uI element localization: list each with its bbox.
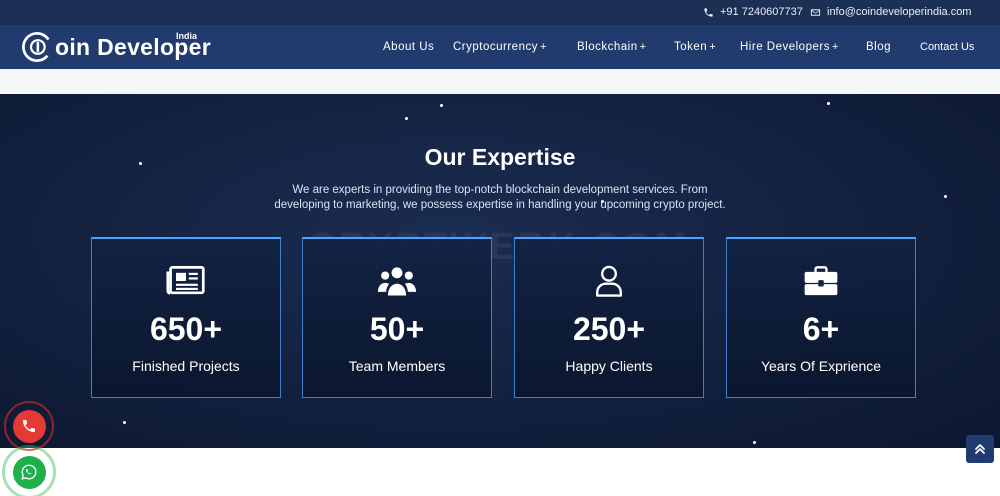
stat-value: 250+ [572, 311, 646, 347]
nav-contact-us[interactable]: Contact Us [920, 41, 974, 53]
main-navigation: oin Developer India About Us Cryptocurre… [0, 25, 1000, 69]
description-line: We are experts in providing the top-notc… [292, 184, 708, 196]
nav-label: Contact Us [920, 41, 975, 53]
stat-card-team-members: 50+ Team Members [302, 237, 492, 398]
section-divider [0, 69, 1000, 94]
stat-label: Finished Projects [132, 358, 240, 374]
stat-value: 6+ [802, 311, 840, 347]
nav-blockchain[interactable]: Blockchain + [577, 41, 647, 53]
expertise-section: CRYPTWERK.COM Our Expertise We are exper… [0, 94, 1000, 448]
nav-label: About Us [383, 41, 435, 53]
stat-value: 650+ [149, 311, 223, 347]
coin-logo-icon [22, 32, 52, 62]
site-logo[interactable]: oin Developer India [20, 29, 211, 65]
user-icon [596, 265, 622, 297]
plus-icon: + [709, 41, 717, 53]
star-decoration [753, 441, 756, 444]
double-chevron-up-icon [975, 444, 985, 454]
plus-icon: + [639, 41, 647, 53]
nav-about-us[interactable]: About Us [383, 41, 434, 53]
section-description: We are experts in providing the top-notc… [250, 183, 750, 213]
top-contact-bar: +91 7240607737 info@coindeveloperindia.c… [0, 0, 1000, 25]
email-address: info@coindeveloperindia.com [827, 6, 972, 18]
call-float-button[interactable] [4, 401, 54, 451]
phone-contact[interactable]: +91 7240607737 [703, 6, 803, 18]
brand-region: India [176, 31, 198, 41]
stat-card-years-experience: 6+ Years Of Exprience [726, 237, 916, 398]
nav-token[interactable]: Token + [674, 41, 716, 53]
phone-icon [704, 7, 713, 17]
nav-label: Blog [866, 41, 892, 53]
phone-number: +91 7240607737 [720, 6, 803, 18]
stat-card-finished-projects: 650+ Finished Projects [91, 237, 281, 398]
star-decoration [123, 421, 126, 424]
nav-cryptocurrency[interactable]: Cryptocurrency + [453, 41, 547, 53]
stat-value: 50+ [369, 311, 425, 347]
nav-label: Hire Developers [740, 41, 830, 53]
nav-label: Token [674, 41, 708, 53]
page: +91 7240607737 info@coindeveloperindia.c… [0, 0, 1000, 496]
whatsapp-float-button[interactable] [2, 445, 56, 496]
phone-icon [23, 420, 35, 432]
section-title: Our Expertise [424, 144, 576, 170]
stat-label: Happy Clients [565, 358, 653, 374]
nav-blog[interactable]: Blog [866, 41, 891, 53]
nav-label: Cryptocurrency [453, 41, 538, 53]
plus-icon: + [831, 41, 839, 53]
email-contact[interactable]: info@coindeveloperindia.com [810, 6, 971, 18]
team-icon [377, 267, 417, 296]
newspaper-icon [166, 266, 205, 295]
briefcase-icon [804, 266, 838, 296]
email-icon [810, 8, 821, 16]
nav-label: Blockchain [577, 41, 638, 53]
star-decoration [944, 195, 947, 198]
star-decoration [827, 102, 830, 105]
nav-hire-developers[interactable]: Hire Developers + [740, 41, 839, 53]
description-line: developing to marketing, we possess expe… [274, 199, 726, 211]
stat-label: Years Of Exprience [760, 358, 882, 374]
whatsapp-icon [21, 464, 37, 480]
scroll-to-top-button[interactable] [966, 435, 994, 463]
plus-icon: + [539, 41, 547, 53]
star-decoration [440, 104, 443, 107]
star-decoration [405, 117, 408, 120]
stat-label: Team Members [348, 358, 446, 374]
stat-card-happy-clients: 250+ Happy Clients [514, 237, 704, 398]
